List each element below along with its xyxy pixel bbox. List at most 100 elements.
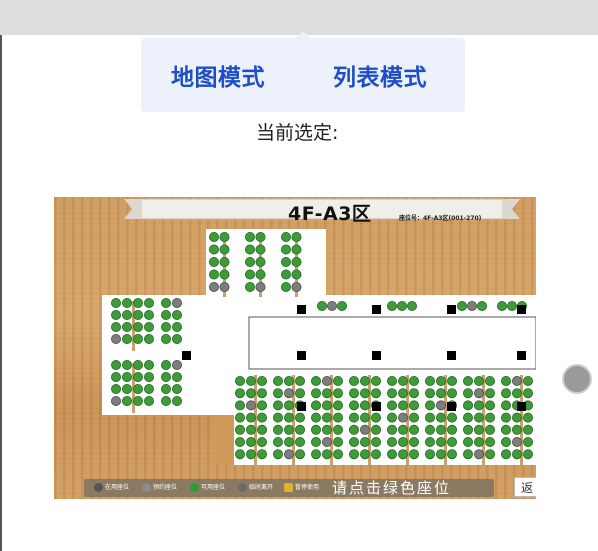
available-seat[interactable] [291,269,302,280]
available-seat[interactable] [280,282,291,293]
available-seat[interactable] [208,244,219,255]
available-seat[interactable] [294,436,305,447]
back-button[interactable]: 返 [514,477,536,497]
available-seat[interactable] [386,449,397,460]
available-seat[interactable] [245,436,256,447]
available-seat[interactable] [348,436,359,447]
available-seat[interactable] [321,424,332,435]
available-seat[interactable] [424,375,435,386]
available-seat[interactable] [133,322,144,333]
available-seat[interactable] [321,388,332,399]
available-seat[interactable] [500,436,511,447]
available-seat[interactable] [408,424,419,435]
available-seat[interactable] [435,424,446,435]
available-seat[interactable] [122,322,133,333]
available-seat[interactable] [424,424,435,435]
available-seat[interactable] [435,388,446,399]
available-seat[interactable] [370,388,381,399]
available-seat[interactable] [133,395,144,406]
available-seat[interactable] [332,449,343,460]
available-seat[interactable] [133,359,144,370]
available-seat[interactable] [310,375,321,386]
available-seat[interactable] [359,412,370,423]
available-seat[interactable] [283,400,294,411]
available-seat[interactable] [500,424,511,435]
available-seat[interactable] [172,310,183,321]
available-seat[interactable] [496,301,507,312]
available-seat[interactable] [172,383,183,394]
available-seat[interactable] [122,371,133,382]
available-seat[interactable] [208,257,219,268]
available-seat[interactable] [172,395,183,406]
available-seat[interactable] [144,310,155,321]
available-seat[interactable] [291,232,302,243]
available-seat[interactable] [332,412,343,423]
available-seat[interactable] [133,310,144,321]
available-seat[interactable] [272,449,283,460]
available-seat[interactable] [272,412,283,423]
available-seat[interactable] [283,412,294,423]
available-seat[interactable] [256,388,267,399]
available-seat[interactable] [462,436,473,447]
available-seat[interactable] [500,400,511,411]
available-seat[interactable] [500,375,511,386]
available-seat[interactable] [272,400,283,411]
available-seat[interactable] [462,412,473,423]
available-seat[interactable] [245,375,256,386]
available-seat[interactable] [462,400,473,411]
available-seat[interactable] [370,412,381,423]
available-seat[interactable] [511,424,522,435]
map-mode-button[interactable]: 地图模式 [171,58,265,92]
available-seat[interactable] [294,449,305,460]
available-seat[interactable] [406,301,417,312]
available-seat[interactable] [161,395,172,406]
available-seat[interactable] [500,388,511,399]
available-seat[interactable] [245,388,256,399]
available-seat[interactable] [256,375,267,386]
available-seat[interactable] [484,400,495,411]
available-seat[interactable] [370,424,381,435]
available-seat[interactable] [144,371,155,382]
available-seat[interactable] [272,388,283,399]
available-seat[interactable] [408,400,419,411]
available-seat[interactable] [359,388,370,399]
available-seat[interactable] [476,301,487,312]
available-seat[interactable] [280,232,291,243]
available-seat[interactable] [522,388,533,399]
available-seat[interactable] [500,449,511,460]
available-seat[interactable] [511,388,522,399]
available-seat[interactable] [348,375,359,386]
available-seat[interactable] [424,412,435,423]
available-seat[interactable] [332,436,343,447]
available-seat[interactable] [473,424,484,435]
available-seat[interactable] [316,301,327,312]
available-seat[interactable] [283,424,294,435]
available-seat[interactable] [359,436,370,447]
available-seat[interactable] [294,424,305,435]
available-seat[interactable] [332,388,343,399]
available-seat[interactable] [111,383,122,394]
available-seat[interactable] [348,449,359,460]
available-seat[interactable] [435,436,446,447]
available-seat[interactable] [348,388,359,399]
available-seat[interactable] [111,298,122,309]
available-seat[interactable] [310,424,321,435]
available-seat[interactable] [397,436,408,447]
available-seat[interactable] [522,449,533,460]
available-seat[interactable] [122,298,133,309]
available-seat[interactable] [294,375,305,386]
available-seat[interactable] [408,449,419,460]
available-seat[interactable] [161,359,172,370]
available-seat[interactable] [255,244,266,255]
available-seat[interactable] [111,310,122,321]
available-seat[interactable] [310,388,321,399]
available-seat[interactable] [244,232,255,243]
available-seat[interactable] [172,371,183,382]
available-seat[interactable] [161,371,172,382]
available-seat[interactable] [111,322,122,333]
available-seat[interactable] [283,375,294,386]
available-seat[interactable] [283,436,294,447]
available-seat[interactable] [332,424,343,435]
available-seat[interactable] [522,412,533,423]
available-seat[interactable] [244,269,255,280]
